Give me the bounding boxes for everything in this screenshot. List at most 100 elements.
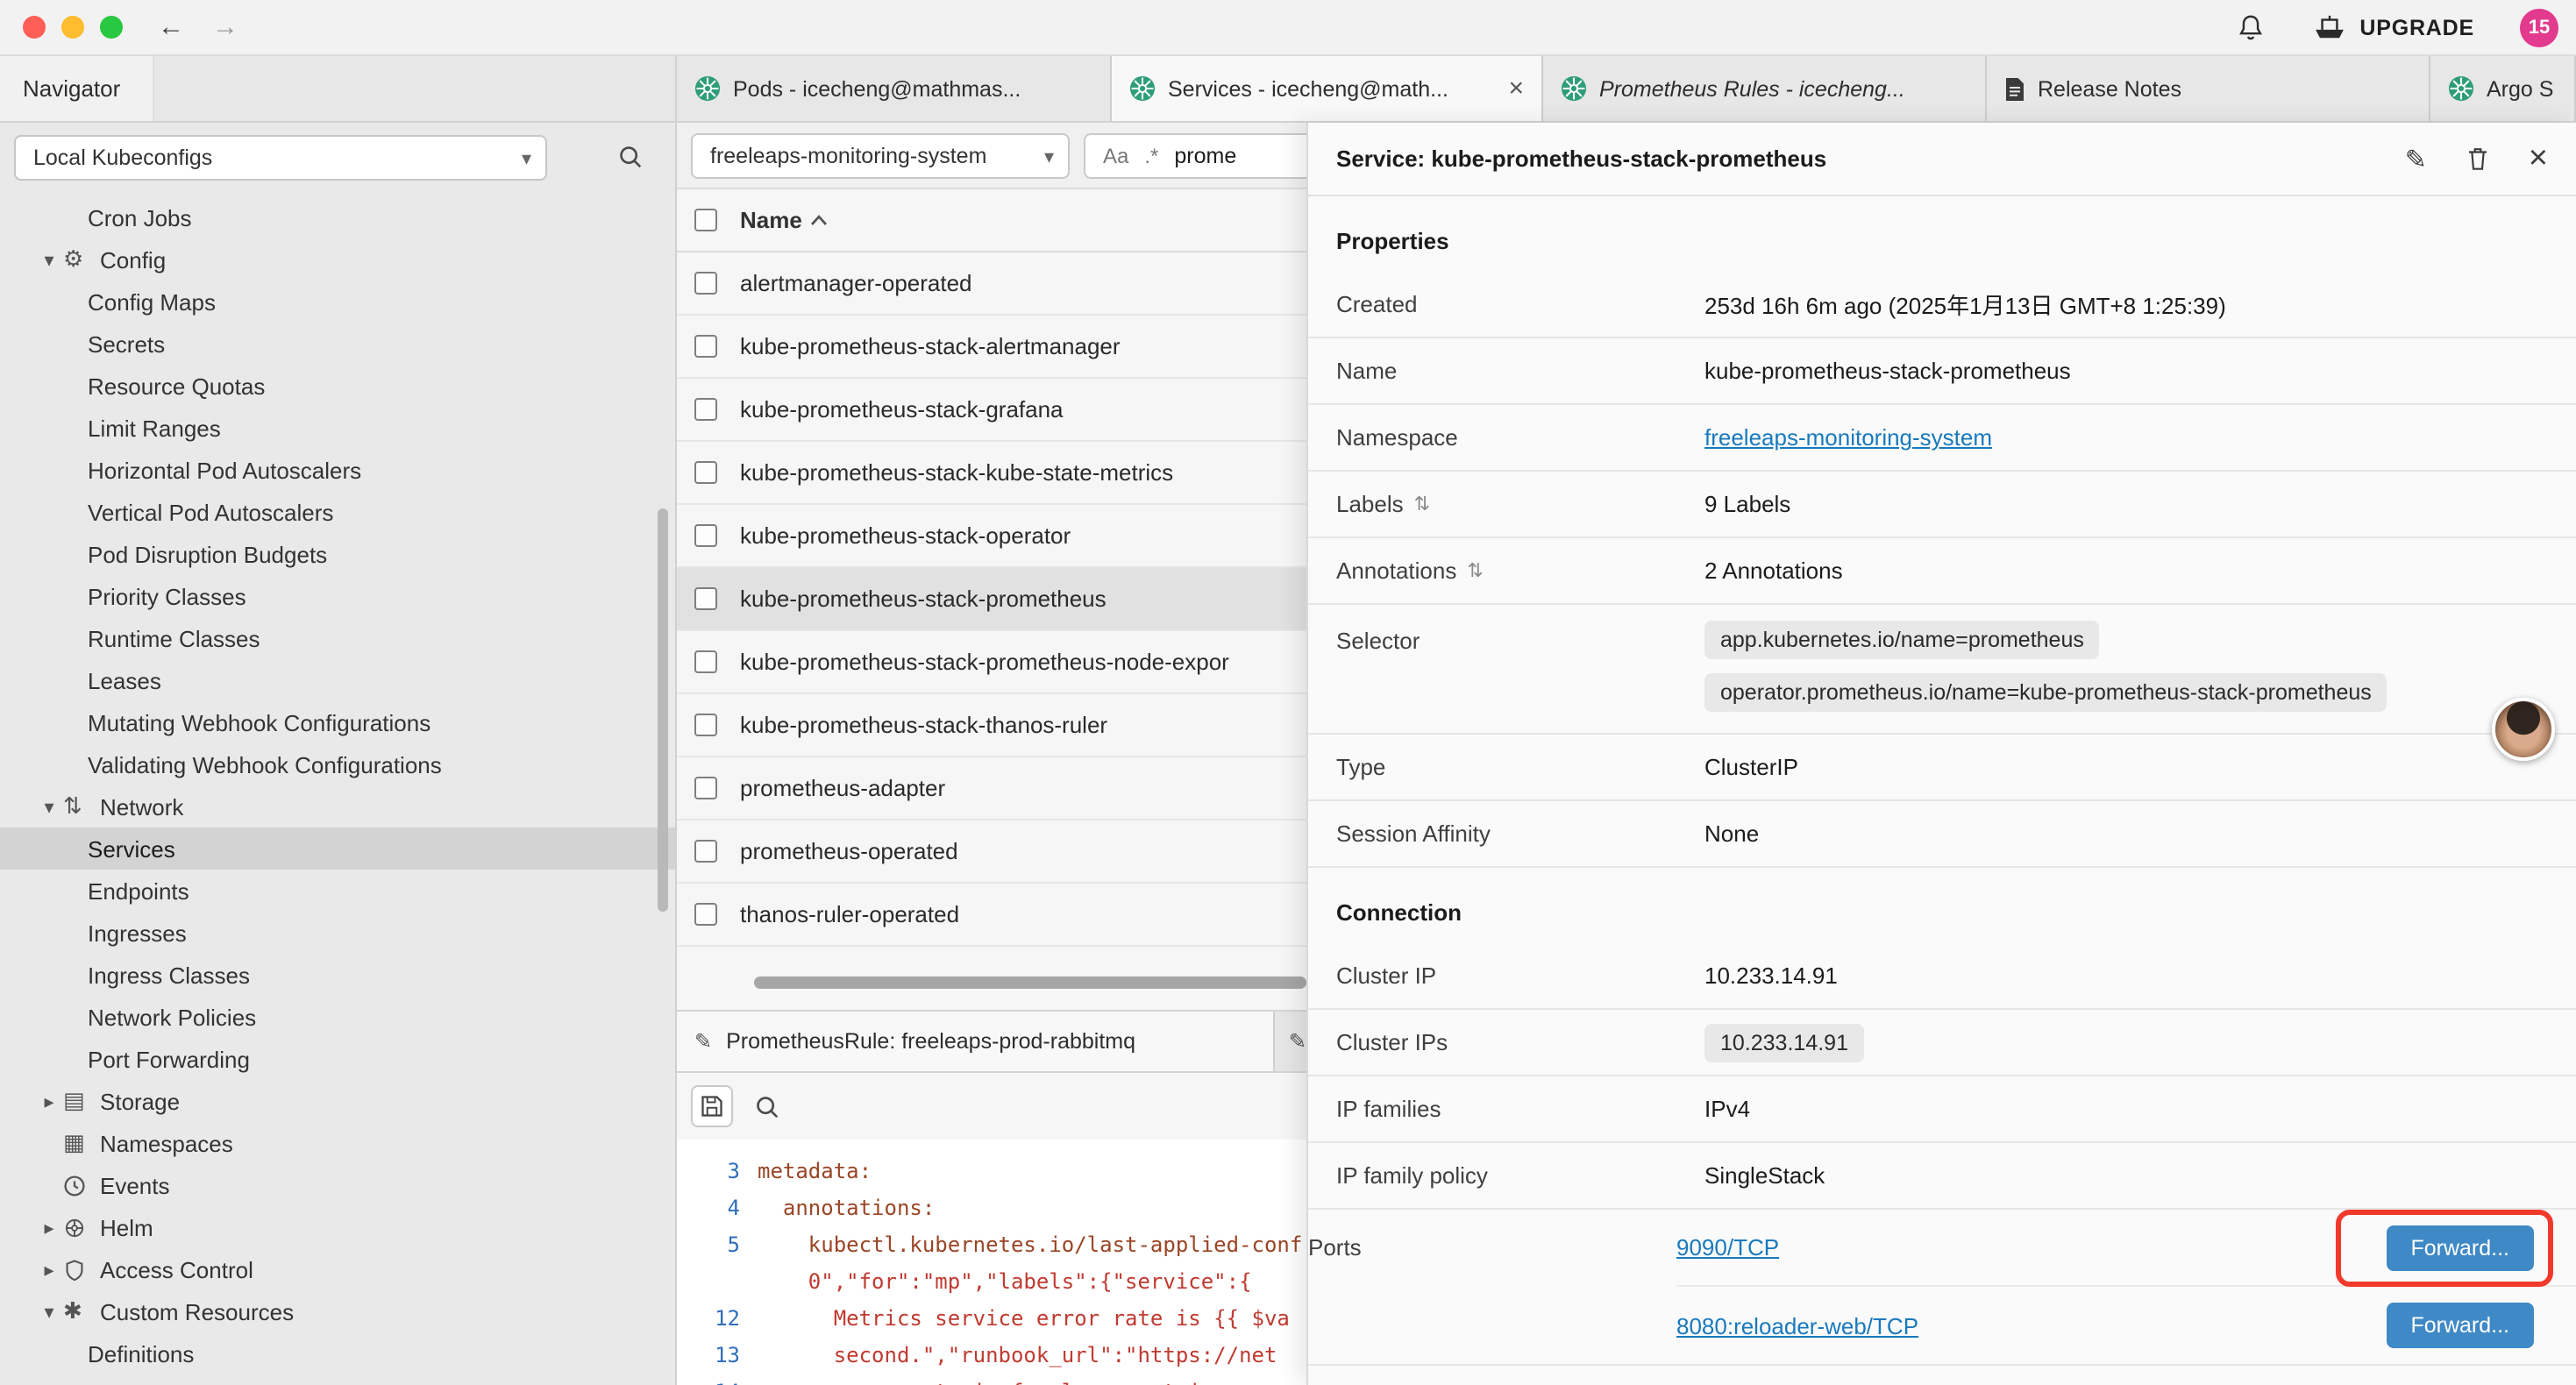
sidebar-item-services[interactable]: Services <box>0 827 677 870</box>
window-close-button[interactable] <box>23 16 46 39</box>
notifications-button[interactable] <box>2237 13 2263 41</box>
table-row[interactable]: kube-prometheus-stack-grafana <box>677 379 1306 442</box>
sidebar-item-network-policies[interactable]: Network Policies <box>0 996 677 1038</box>
sidebar-item-endpoints[interactable]: Endpoints <box>0 870 677 912</box>
namespace-select[interactable]: freeleaps-monitoring-system ▾ <box>691 133 1070 179</box>
row-checkbox[interactable] <box>694 587 717 610</box>
sidebar-item-priority-classes[interactable]: Priority Classes <box>0 575 677 617</box>
tab-prometheus-rules[interactable]: Prometheus Rules - icecheng... <box>1543 56 1987 121</box>
port-link-9090[interactable]: 9090/TCP <box>1676 1234 1779 1261</box>
forward-button[interactable]: → <box>212 12 238 42</box>
table-row[interactable]: alertmanager-operated <box>677 252 1306 316</box>
sidebar-item-definitions[interactable]: Definitions <box>0 1332 677 1374</box>
sidebar-item-config-maps[interactable]: Config Maps <box>0 281 677 323</box>
sidebar-item-storage[interactable]: ▸ ▤ Storage <box>0 1080 677 1122</box>
row-checkbox[interactable] <box>694 650 717 673</box>
window-zoom-button[interactable] <box>100 16 123 39</box>
chevron-right-icon[interactable]: ▸ <box>35 1090 63 1112</box>
dock-tab-partial[interactable]: ✎ <box>1275 1012 1306 1071</box>
row-checkbox[interactable] <box>694 777 717 799</box>
row-checkbox[interactable] <box>694 524 717 547</box>
tab-argo[interactable]: Argo S <box>2430 56 2576 121</box>
sidebar-item-vertical-pod-autoscalers[interactable]: Vertical Pod Autoscalers <box>0 491 677 533</box>
horizontal-scrollbar[interactable] <box>677 975 1306 992</box>
table-row[interactable]: prometheus-adapter <box>677 757 1306 820</box>
row-checkbox[interactable] <box>694 335 717 358</box>
tab-close-icon[interactable]: × <box>1498 75 1524 102</box>
sidebar-item-namespaces[interactable]: ▦ Namespaces <box>0 1122 677 1164</box>
detail-value: 9 Labels <box>1704 491 1790 517</box>
chevron-down-icon[interactable]: ▾ <box>35 1300 63 1323</box>
close-icon[interactable]: × <box>2529 142 2548 175</box>
table-row[interactable]: prometheus-operated <box>677 820 1306 884</box>
delete-button[interactable] <box>2466 146 2490 172</box>
edit-button[interactable]: ✎ <box>2405 143 2427 174</box>
chevron-right-icon[interactable]: ▸ <box>35 1216 63 1239</box>
detail-row-ip-families: IP families IPv4 <box>1308 1076 2576 1143</box>
sidebar-item-pod-disruption-budgets[interactable]: Pod Disruption Budgets <box>0 533 677 575</box>
sidebar-item-events[interactable]: Events <box>0 1164 677 1206</box>
sidebar-item-ingresses[interactable]: Ingresses <box>0 912 677 954</box>
sidebar-item-port-forwarding[interactable]: Port Forwarding <box>0 1038 677 1080</box>
sidebar-item-ingress-classes[interactable]: Ingress Classes <box>0 954 677 996</box>
save-button[interactable] <box>691 1085 733 1127</box>
back-button[interactable]: ← <box>158 12 184 42</box>
table-row[interactable]: kube-prometheus-stack-thanos-ruler <box>677 694 1306 757</box>
row-checkbox[interactable] <box>694 461 717 484</box>
row-checkbox[interactable] <box>694 398 717 421</box>
sidebar-item-validating-webhook-configurations[interactable]: Validating Webhook Configurations <box>0 743 677 785</box>
sidebar-scrollbar[interactable] <box>658 508 668 912</box>
kubeconfig-select[interactable]: Local Kubeconfigs ▾ <box>14 135 547 181</box>
row-checkbox[interactable] <box>694 903 717 926</box>
tab-pods[interactable]: Pods - icecheng@mathmas... <box>677 56 1112 121</box>
search-input[interactable]: Aa .* prome <box>1084 133 1306 179</box>
sidebar-item-leases[interactable]: Leases <box>0 659 677 701</box>
sidebar-item-resource-quotas[interactable]: Resource Quotas <box>0 365 677 407</box>
forward-button-8080[interactable]: Forward... <box>2386 1303 2534 1348</box>
sidebar-item-config[interactable]: ▾ ⚙ Config <box>0 238 677 281</box>
regex-toggle[interactable]: .* <box>1144 144 1158 168</box>
upgrade-button[interactable]: UPGRADE <box>2312 14 2474 40</box>
sidebar-item-helm[interactable]: ▸ Helm <box>0 1206 677 1248</box>
table-row-selected[interactable]: kube-prometheus-stack-prometheus <box>677 568 1306 631</box>
row-checkbox[interactable] <box>694 714 717 736</box>
yaml-editor[interactable]: 3metadata: 4 annotations: 5 kubectl.kube… <box>677 1140 1306 1385</box>
sidebar-item-label: Validating Webhook Configurations <box>88 751 442 778</box>
tab-label: Pods - icecheng@mathmas... <box>733 76 1021 101</box>
table-row[interactable]: thanos-ruler-operated <box>677 884 1306 947</box>
avatar[interactable] <box>2492 698 2555 761</box>
sidebar-item-runtime-classes[interactable]: Runtime Classes <box>0 617 677 659</box>
row-checkbox[interactable] <box>694 840 717 863</box>
sidebar-search-button[interactable] <box>617 144 644 170</box>
table-row[interactable]: kube-prometheus-stack-operator <box>677 505 1306 568</box>
sidebar-item-network[interactable]: ▾ ⇅ Network <box>0 785 677 827</box>
window-minimize-button[interactable] <box>61 16 84 39</box>
port-link-8080[interactable]: 8080:reloader-web/TCP <box>1676 1312 1918 1339</box>
chevron-down-icon[interactable]: ▾ <box>35 248 63 271</box>
sidebar-item-secrets[interactable]: Secrets <box>0 323 677 365</box>
expander-icon[interactable]: ⇅ <box>1467 559 1483 582</box>
sidebar-item-limit-ranges[interactable]: Limit Ranges <box>0 407 677 449</box>
tab-services[interactable]: Services - icecheng@math... × <box>1112 56 1543 121</box>
tab-release-notes[interactable]: Release Notes <box>1987 56 2430 121</box>
row-name: kube-prometheus-stack-grafana <box>740 396 1064 423</box>
sidebar-item-mutating-webhook-configurations[interactable]: Mutating Webhook Configurations <box>0 701 677 743</box>
table-row[interactable]: kube-prometheus-stack-prometheus-node-ex… <box>677 631 1306 694</box>
scrollbar-thumb[interactable] <box>754 977 1306 989</box>
sidebar-item-custom-resources[interactable]: ▾ ✱ Custom Resources <box>0 1290 677 1332</box>
row-checkbox[interactable] <box>694 272 717 295</box>
editor-search-button[interactable] <box>754 1093 780 1119</box>
select-all-checkbox[interactable] <box>694 209 717 231</box>
sidebar-item-cron-jobs[interactable]: Cron Jobs <box>0 196 677 238</box>
chevron-right-icon[interactable]: ▸ <box>35 1258 63 1281</box>
namespace-link[interactable]: freeleaps-monitoring-system <box>1704 424 1992 451</box>
table-row[interactable]: kube-prometheus-stack-kube-state-metrics <box>677 442 1306 505</box>
expander-icon[interactable]: ⇅ <box>1414 493 1430 515</box>
match-case-toggle[interactable]: Aa <box>1103 144 1128 168</box>
column-name[interactable]: Name <box>740 207 829 233</box>
dock-tab-prometheusrule[interactable]: ✎ PrometheusRule: freeleaps-prod-rabbitm… <box>677 1012 1275 1071</box>
sidebar-item-access-control[interactable]: ▸ Access Control <box>0 1248 677 1290</box>
sidebar-item-horizontal-pod-autoscalers[interactable]: Horizontal Pod Autoscalers <box>0 449 677 491</box>
chevron-down-icon[interactable]: ▾ <box>35 795 63 818</box>
table-row[interactable]: kube-prometheus-stack-alertmanager <box>677 316 1306 379</box>
